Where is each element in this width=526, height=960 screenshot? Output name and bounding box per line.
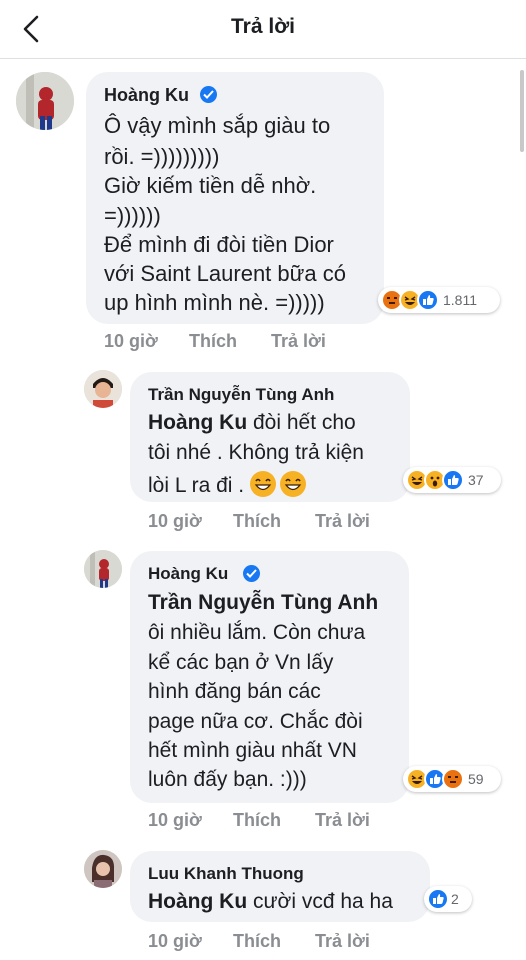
avatar[interactable] [84, 850, 122, 888]
comment-bubble [130, 551, 409, 803]
comment-time: 10 giờ [148, 511, 202, 531]
reaction-count: 1.811 [443, 292, 477, 308]
reaction-summary[interactable]: 37 [403, 467, 501, 493]
comment-line: rồi. =))))))))) [104, 144, 220, 169]
like-link[interactable]: Thích [233, 931, 281, 952]
verified-badge-icon [200, 86, 217, 103]
comment-line: Hoàng Ku cười vcđ ha ha [148, 890, 393, 913]
like-link[interactable]: Thích [189, 331, 237, 352]
like-reaction-icon [417, 289, 439, 311]
comment-line: hết mình giàu nhất VN [148, 739, 357, 762]
grinning-emoji-icon [279, 471, 306, 497]
comment-line: page nữa cơ. Chắc đòi [148, 710, 363, 733]
comment-line: Ô vậy mình sắp giàu to [104, 113, 331, 138]
comment-line: với Saint Laurent bữa có [104, 261, 346, 286]
comment-line: Hoàng Ku đòi hết cho [148, 411, 356, 434]
reply-link[interactable]: Trả lời [315, 931, 370, 952]
reply-link[interactable]: Trả lời [315, 810, 370, 831]
grinning-emoji-icon [249, 471, 276, 497]
comment-author[interactable]: Luu Khanh Thuong [148, 864, 304, 884]
comment-line: ôi nhiều lắm. Còn chưa [148, 621, 366, 644]
page-title: Trả lời [231, 15, 295, 38]
comment-line: kể các bạn ở Vn lấy [148, 651, 334, 674]
comment-line: lòi L ra đi . [148, 471, 306, 498]
comment-author[interactable]: Hoàng Ku [104, 85, 189, 106]
reply-link[interactable]: Trả lời [271, 331, 326, 352]
reaction-count: 37 [468, 472, 484, 488]
comment-time: 10 giờ [104, 331, 158, 351]
avatar[interactable] [84, 550, 122, 588]
comment-line: =)))))) [104, 203, 161, 228]
comment-author[interactable]: Hoàng Ku [148, 564, 228, 584]
angry-reaction-icon [442, 768, 464, 790]
reply-link[interactable]: Trả lời [315, 511, 370, 532]
mention-link[interactable]: Hoàng Ku [148, 890, 247, 913]
reaction-summary[interactable]: 59 [403, 766, 501, 792]
comment-time: 10 giờ [148, 810, 202, 830]
comment-author[interactable]: Trần Nguyễn Tùng Anh [148, 385, 334, 405]
scrollbar[interactable] [520, 70, 524, 152]
verified-badge-icon [243, 565, 260, 582]
like-link[interactable]: Thích [233, 810, 281, 831]
comment-line: Giờ kiếm tiền dễ nhờ. [104, 173, 317, 198]
reaction-summary[interactable]: 1.811 [378, 287, 500, 313]
top-bar: Trả lời [0, 0, 526, 59]
avatar[interactable] [84, 370, 122, 408]
comment-line: tôi nhé . Không trả kiện [148, 441, 364, 464]
comment-line: hình đăng bán các [148, 680, 321, 703]
like-reaction-icon [442, 469, 464, 491]
avatar[interactable] [16, 72, 74, 130]
reaction-count: 59 [468, 771, 484, 787]
reaction-summary[interactable]: 2 [424, 886, 472, 912]
like-reaction-icon [427, 888, 449, 910]
comment-line: up hình mình nè. =))))) [104, 290, 325, 315]
comment-time: 10 giờ [148, 931, 202, 951]
comment-line: luôn đấy bạn. :))) [148, 768, 307, 791]
mention-link[interactable]: Trần Nguyễn Tùng Anh [148, 591, 378, 615]
like-link[interactable]: Thích [233, 511, 281, 532]
comment-line: Để mình đi đòi tiền Dior [104, 232, 334, 257]
reaction-count: 2 [451, 891, 459, 907]
mention-link[interactable]: Hoàng Ku [148, 411, 247, 434]
